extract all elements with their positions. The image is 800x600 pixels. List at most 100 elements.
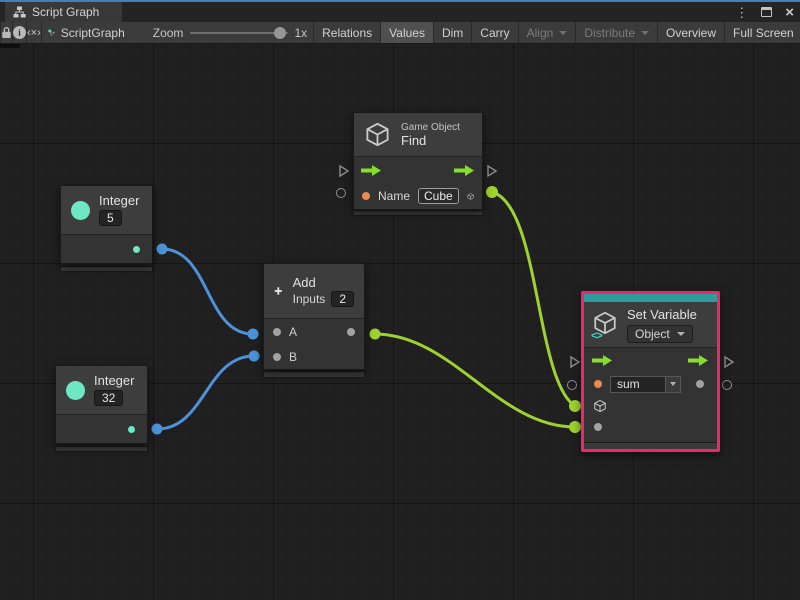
integer-output-port[interactable] <box>128 426 135 433</box>
wire-end-dot[interactable] <box>157 244 168 255</box>
wire-end-dot[interactable] <box>248 329 259 340</box>
flow-out-arrow-icon[interactable] <box>688 354 709 367</box>
toolbar-button-relations[interactable]: Relations <box>313 22 380 43</box>
find-name-input-marker[interactable] <box>336 188 346 198</box>
info-icon <box>13 26 26 39</box>
node-integer-32[interactable]: Integer 32 <box>55 365 148 444</box>
maximize-icon[interactable] <box>761 7 772 17</box>
node-title: Integer <box>94 373 134 388</box>
triangle-port-icon <box>338 164 350 178</box>
value-input-row <box>584 416 717 437</box>
setvar-flow-out-marker[interactable] <box>723 355 735 374</box>
triangle-port-icon <box>486 164 498 178</box>
chevron-down-icon <box>677 332 685 336</box>
wire-end-dot[interactable] <box>569 421 581 433</box>
zoom-value: 1x <box>294 22 307 43</box>
node-port-row <box>61 235 152 263</box>
zoom-slider[interactable] <box>190 22 288 43</box>
setvar-name-input-marker[interactable] <box>567 380 577 390</box>
integer-value-field[interactable]: 5 <box>99 210 122 226</box>
inputs-label: Inputs <box>293 292 326 306</box>
port-label: A <box>289 325 297 339</box>
node-header[interactable]: Integer 5 <box>61 186 152 235</box>
wire-end-dot[interactable] <box>569 400 581 412</box>
zoom-slider-handle[interactable] <box>274 27 286 39</box>
toolbar-button-align[interactable]: Align <box>518 22 576 43</box>
wire-find-to-setvariable[interactable] <box>492 192 575 406</box>
wire-end-dot[interactable] <box>249 351 260 362</box>
variable-name-dropdown-button[interactable] <box>666 376 681 393</box>
triangle-port-icon <box>723 355 735 369</box>
gameobject-input-icon[interactable] <box>593 399 607 413</box>
graph-breadcrumb[interactable]: ScriptGraph <box>41 22 131 43</box>
variable-name-combo[interactable]: sum <box>610 376 681 393</box>
toolbar-button-fullscreen[interactable]: Full Screen <box>724 22 800 43</box>
node-header[interactable]: Game Object Find <box>354 113 482 157</box>
gameobject-output-icon[interactable] <box>467 189 474 204</box>
node-gameobject-find[interactable]: Game Object Find Name Cube <box>353 112 483 210</box>
lock-button[interactable] <box>0 22 12 43</box>
find-flow-out-marker[interactable] <box>486 164 498 183</box>
find-flow-in-marker[interactable] <box>338 164 350 183</box>
button-label: Relations <box>322 26 372 40</box>
string-input-port[interactable] <box>594 380 602 388</box>
node-header[interactable]: Add Inputs 2 <box>264 264 364 319</box>
info-button[interactable] <box>12 22 26 43</box>
input-port-b[interactable] <box>273 353 281 361</box>
wire-end-dot[interactable] <box>370 329 381 340</box>
wire-integer32-to-add-b[interactable] <box>157 356 254 429</box>
value-input-port[interactable] <box>594 423 602 431</box>
integer-output-port[interactable] <box>133 246 140 253</box>
value-output-port[interactable] <box>696 380 704 388</box>
flow-in-arrow-icon[interactable] <box>592 354 613 367</box>
variable-accent-bar <box>584 294 717 302</box>
string-input-port[interactable] <box>362 192 370 200</box>
wire-integer5-to-add-a[interactable] <box>162 249 253 334</box>
button-label: Carry <box>480 26 509 40</box>
button-label: Align <box>527 26 554 40</box>
wire-add-to-setvariable[interactable] <box>375 334 575 427</box>
port-label: B <box>289 350 297 364</box>
chevron-down-icon <box>670 382 676 386</box>
toolbar-button-overview[interactable]: Overview <box>657 22 724 43</box>
variable-name-field[interactable]: sum <box>610 376 666 393</box>
toolbar-button-distribute[interactable]: Distribute <box>575 22 657 43</box>
toolbar-button-carry[interactable]: Carry <box>471 22 517 43</box>
inspect-code-button[interactable] <box>26 22 41 43</box>
toolbar-button-dim[interactable]: Dim <box>433 22 471 43</box>
integer-value-field[interactable]: 32 <box>94 390 123 406</box>
param-label: Name <box>378 189 410 203</box>
node-integer-5[interactable]: Integer 5 <box>60 185 153 264</box>
input-port-a[interactable] <box>273 328 281 336</box>
kebab-menu-icon[interactable] <box>735 6 748 19</box>
setvar-flow-in-marker[interactable] <box>569 355 581 374</box>
inputs-count-field[interactable]: 2 <box>331 291 354 307</box>
button-label: Distribute <box>584 26 635 40</box>
chevron-down-icon <box>559 31 567 35</box>
node-header[interactable]: <> Set Variable Object <box>584 302 717 348</box>
window-focus-line <box>0 0 800 2</box>
code-preview-icon <box>27 27 41 39</box>
node-header[interactable]: Integer 32 <box>56 366 147 415</box>
canvas-left-stub <box>0 44 20 48</box>
name-value-field[interactable]: Cube <box>418 188 459 204</box>
node-set-variable[interactable]: <> Set Variable Object sum <box>581 291 720 452</box>
flow-out-arrow-icon[interactable] <box>454 164 475 177</box>
integer-type-icon <box>66 381 85 400</box>
close-icon[interactable] <box>785 5 794 20</box>
node-footer-bar <box>353 210 483 216</box>
flow-in-arrow-icon[interactable] <box>361 164 382 177</box>
sum-output-port[interactable] <box>347 328 355 336</box>
wire-end-dot[interactable] <box>152 424 163 435</box>
toolbar-button-values[interactable]: Values <box>380 22 433 43</box>
tab-script-graph[interactable]: Script Graph <box>5 2 122 22</box>
node-title: Find <box>401 133 460 148</box>
variable-scope-dropdown[interactable]: Object <box>627 325 693 343</box>
node-title: Integer <box>99 193 139 208</box>
node-footer-bar <box>584 442 717 449</box>
zoom-label: Zoom <box>153 22 184 43</box>
setvar-value-out-marker[interactable] <box>722 380 732 390</box>
wire-end-dot[interactable] <box>486 186 498 198</box>
button-label: Overview <box>666 26 716 40</box>
node-add[interactable]: Add Inputs 2 A B <box>263 263 365 370</box>
